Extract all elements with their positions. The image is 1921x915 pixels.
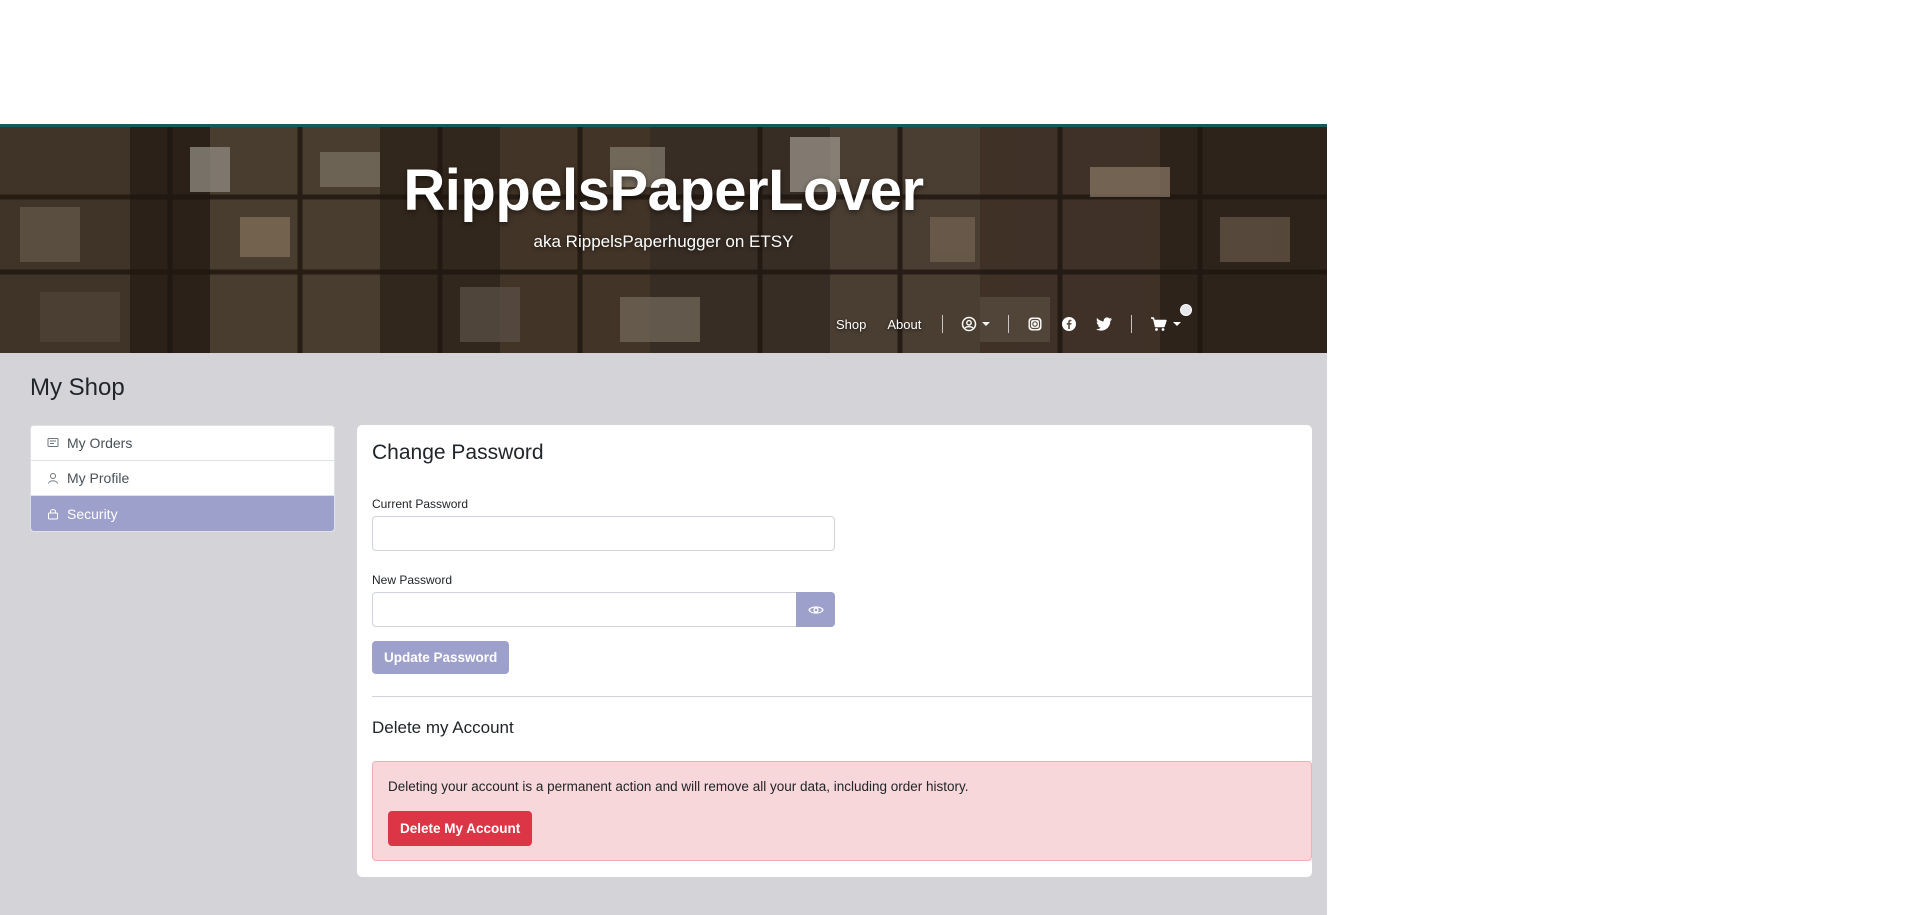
top-spacer <box>0 0 1327 124</box>
instagram-icon <box>1028 317 1042 331</box>
page-frame: RippelsPaperLover aka RippelsPaperhugger… <box>0 0 1327 915</box>
user-icon <box>47 471 61 485</box>
delete-account-heading: Delete my Account <box>372 718 514 737</box>
site-title[interactable]: RippelsPaperLover <box>0 157 1327 224</box>
current-password-label: Current Password <box>372 497 469 511</box>
sidebar-item-label: My Orders <box>67 435 133 451</box>
instagram-link[interactable] <box>1027 316 1043 332</box>
twitter-icon <box>1096 317 1113 331</box>
cart-button[interactable] <box>1150 304 1193 332</box>
toggle-password-visibility-button[interactable] <box>796 592 835 627</box>
sidebar-item-my-profile[interactable]: My Profile <box>31 461 334 496</box>
eye-icon <box>807 605 824 614</box>
nav-divider <box>942 315 944 333</box>
delete-warning-text: Deleting your account is a permanent act… <box>388 779 969 794</box>
delete-account-alert: Deleting your account is a permanent act… <box>372 761 1312 861</box>
site-subtitle: aka RippelsPaperhugger on ETSY <box>533 232 794 251</box>
user-circle-icon <box>962 316 977 332</box>
account-menu-button[interactable] <box>961 316 991 332</box>
nav-divider <box>1131 315 1133 333</box>
sidebar-item-my-orders[interactable]: My Orders <box>31 426 334 461</box>
sidebar-item-security[interactable]: Security <box>31 496 334 531</box>
update-password-button[interactable]: Update Password <box>372 641 510 674</box>
current-password-input[interactable] <box>372 516 835 551</box>
section-divider <box>372 696 1312 697</box>
page-title: My Shop <box>30 374 125 401</box>
main-nav: Shop About <box>836 304 1193 337</box>
security-card: Change Password Current Password New Pas… <box>357 425 1312 877</box>
new-password-input[interactable] <box>372 592 798 627</box>
facebook-link[interactable] <box>1061 316 1077 332</box>
twitter-link[interactable] <box>1095 316 1113 332</box>
sidebar-item-label: My Profile <box>67 470 130 486</box>
account-sidebar: My Orders My Profile Security <box>30 425 335 532</box>
sidebar-item-label: Security <box>67 505 118 522</box>
nav-link-about[interactable]: About <box>887 317 921 332</box>
chevron-down-icon <box>982 322 991 326</box>
change-password-heading: Change Password <box>372 441 544 464</box>
chevron-down-icon <box>1173 322 1182 326</box>
orders-icon <box>47 436 61 450</box>
site-header: RippelsPaperLover aka RippelsPaperhugger… <box>0 124 1327 353</box>
lock-icon <box>47 507 61 521</box>
delete-account-button[interactable]: Delete My Account <box>388 811 533 846</box>
cart-icon <box>1151 317 1168 331</box>
new-password-label: New Password <box>372 573 453 587</box>
nav-divider <box>1008 315 1010 333</box>
facebook-icon <box>1062 317 1077 331</box>
nav-link-shop[interactable]: Shop <box>836 317 866 332</box>
